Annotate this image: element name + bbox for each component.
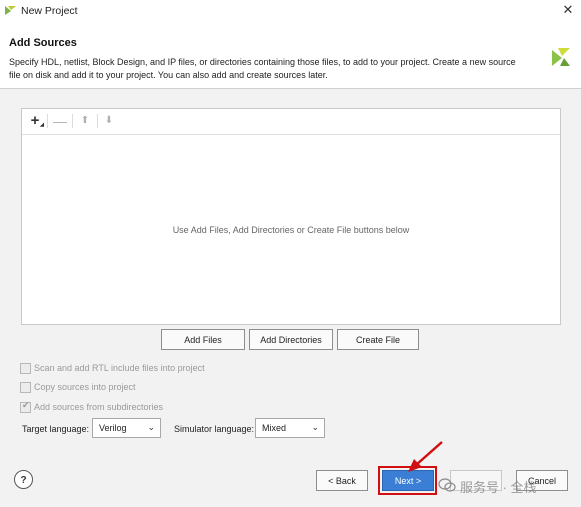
target-language-label: Target language: — [22, 424, 90, 434]
target-language-select[interactable]: Verilog ⌄ — [92, 418, 161, 438]
sources-panel: + ◢ — ⬆ ⬇ Use Add Files, Add Directories … — [21, 108, 561, 325]
sources-toolbar: + ◢ — ⬆ ⬇ — [22, 109, 560, 135]
wizard-content: + ◢ — ⬆ ⬇ Use Add Files, Add Directories … — [0, 89, 581, 507]
watermark-text: 服务号 · 全栈 — [460, 480, 537, 495]
toolbar-separator — [72, 114, 73, 128]
simulator-language-select[interactable]: Mixed ⌄ — [255, 418, 325, 438]
page-description: Specify HDL, netlist, Block Design, and … — [9, 57, 516, 80]
simulator-language-label: Simulator language: — [174, 424, 255, 434]
add-subdirectories-label: Add sources from subdirectories — [34, 402, 164, 412]
title-bar: New Project ✕ — [0, 0, 581, 22]
chevron-down-icon: ⌄ — [147, 422, 155, 432]
target-language-value: Verilog — [99, 423, 127, 433]
help-button[interactable]: ? — [14, 470, 33, 489]
xilinx-logo-icon — [552, 48, 570, 66]
move-up-icon[interactable]: ⬆ — [77, 113, 93, 129]
close-icon[interactable]: ✕ — [561, 2, 575, 18]
red-arrow-annotation-icon — [408, 441, 443, 472]
add-files-button[interactable]: Add Files — [161, 329, 245, 350]
create-file-button[interactable]: Create File — [337, 329, 419, 350]
window-title: New Project — [21, 5, 78, 17]
page-title: Add Sources — [9, 37, 77, 49]
scan-rtl-include-checkbox[interactable] — [20, 363, 31, 374]
vivado-logo-icon — [5, 6, 16, 15]
simulator-language-value: Mixed — [262, 423, 287, 433]
toolbar-separator — [97, 114, 98, 128]
checkmark-icon: ✔ — [22, 400, 30, 410]
move-down-icon[interactable]: ⬇ — [101, 113, 117, 129]
scan-rtl-include-label: Scan and add RTL include files into proj… — [34, 363, 205, 373]
toolbar-separator — [47, 114, 48, 128]
add-directories-button[interactable]: Add Directories — [249, 329, 333, 350]
dropdown-indicator-icon: ◢ — [40, 122, 44, 128]
empty-list-message: Use Add Files, Add Directories or Create… — [172, 225, 410, 235]
copy-sources-checkbox[interactable] — [20, 382, 31, 393]
back-button[interactable]: < Back — [316, 470, 368, 491]
next-button[interactable]: Next > — [382, 470, 434, 491]
wechat-icon — [438, 478, 456, 492]
remove-icon[interactable]: — — [52, 113, 68, 129]
add-subdirectories-checkbox[interactable]: ✔ — [20, 400, 31, 413]
add-icon[interactable]: + ◢ — [27, 113, 44, 129]
wizard-header: Add Sources Specify HDL, netlist, Block … — [0, 22, 581, 88]
chevron-down-icon: ⌄ — [311, 422, 319, 432]
copy-sources-label: Copy sources into project — [34, 382, 136, 392]
watermark: 服务号 · 全栈 — [438, 476, 568, 495]
